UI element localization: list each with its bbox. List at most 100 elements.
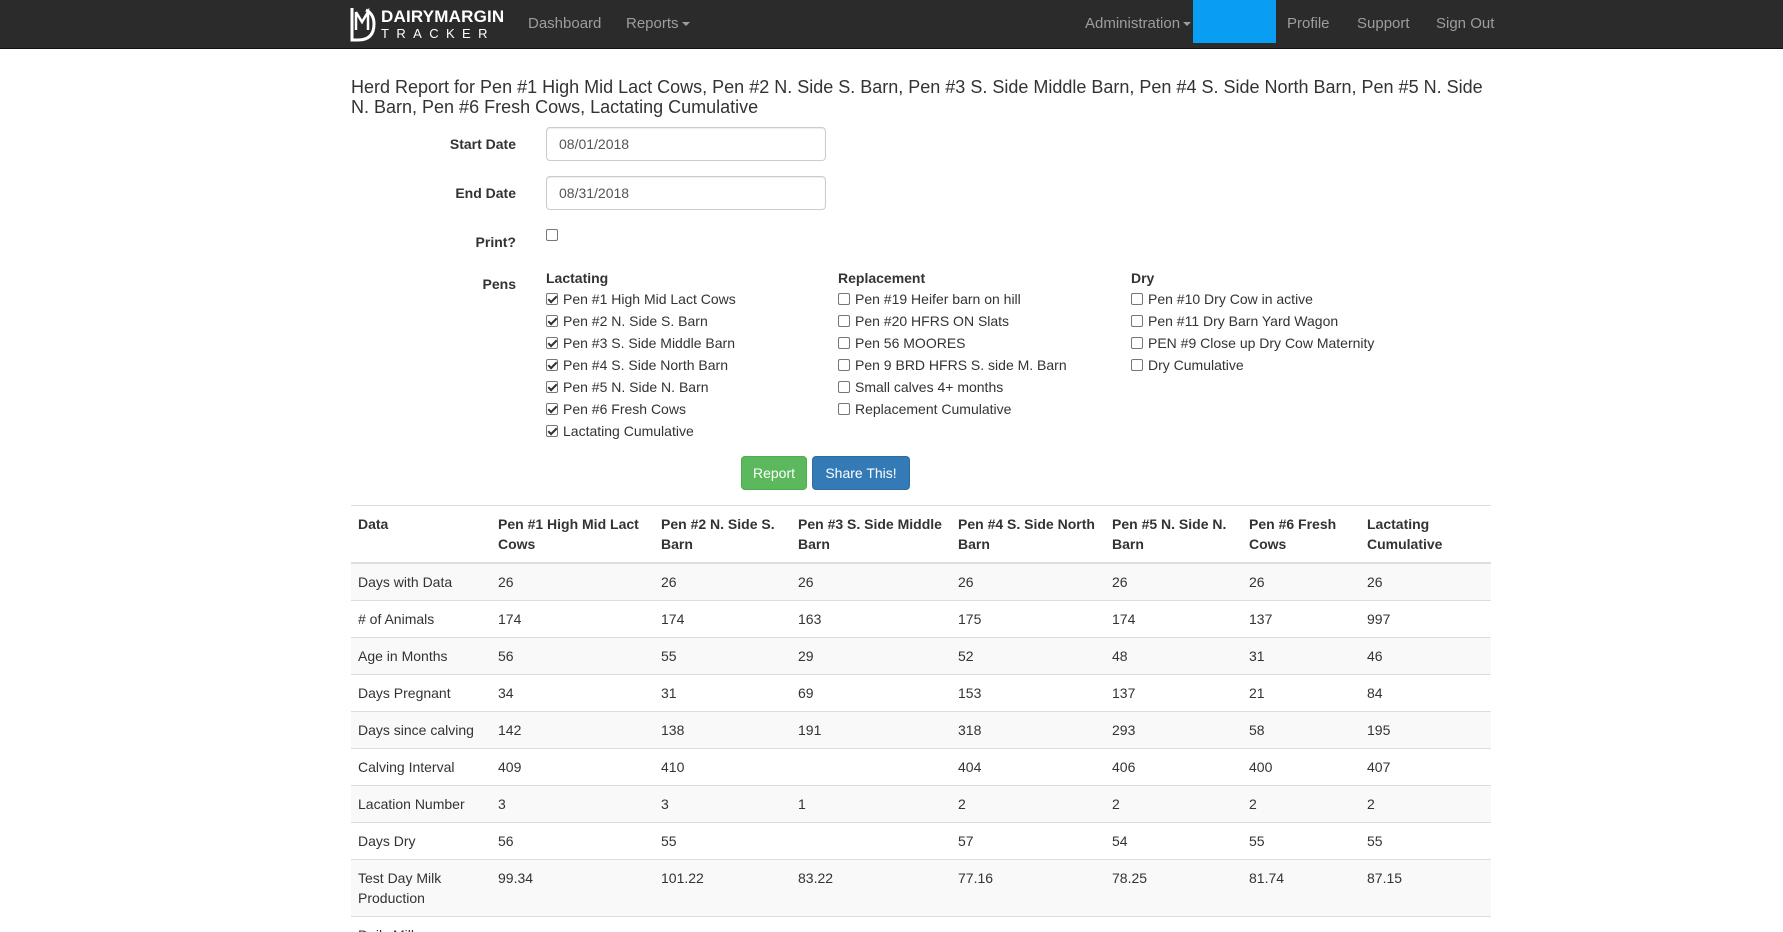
pen-option[interactable]: Pen #6 Fresh Cows — [546, 398, 836, 420]
pen-option-label: Pen 9 BRD HFRS S. side M. Barn — [855, 357, 1067, 373]
pen-option[interactable]: PEN #9 Close up Dry Cow Maternity — [1131, 332, 1421, 354]
pen-checkbox[interactable] — [546, 358, 558, 371]
table-cell — [791, 748, 951, 786]
pen-checkbox[interactable] — [546, 336, 558, 349]
pens-label: Pens — [482, 276, 516, 292]
pen-checkbox[interactable] — [546, 424, 558, 437]
table-cell: 46 — [1360, 637, 1491, 675]
pen-checkbox[interactable] — [838, 402, 850, 415]
column-header: Pen #2 N. Side S. Barn — [654, 505, 791, 564]
pen-option-label: Pen #2 N. Side S. Barn — [563, 313, 708, 329]
nav-reports[interactable]: Reports — [626, 0, 690, 49]
pen-option-label: Pen #11 Dry Barn Yard Wagon — [1148, 313, 1339, 329]
pen-option[interactable]: Dry Cumulative — [1131, 354, 1421, 376]
pen-option[interactable]: Pen #19 Heifer barn on hill — [838, 288, 1128, 310]
pen-option-label: Pen #19 Heifer barn on hill — [855, 291, 1021, 307]
pen-checkbox[interactable] — [1131, 336, 1143, 349]
nav-sign-out[interactable]: Sign Out — [1436, 0, 1494, 49]
table-cell: 101.22 — [654, 859, 791, 917]
nav-profile[interactable]: Profile — [1287, 0, 1330, 49]
table-row: Days Pregnant 34 31 69 153 137 21 84 — [351, 674, 1491, 712]
table-cell: 1 — [791, 785, 951, 823]
table-cell: 2 — [1105, 785, 1242, 823]
pen-option[interactable]: Pen #3 S. Side Middle Barn — [546, 332, 836, 354]
pen-option[interactable]: Pen #1 High Mid Lact Cows — [546, 288, 836, 310]
table-cell: 84 — [1360, 674, 1491, 712]
pen-checkbox[interactable] — [838, 336, 850, 349]
row-label-cell: Calving Interval — [351, 748, 491, 786]
print-label: Print? — [475, 234, 516, 250]
pen-checkbox[interactable] — [1131, 358, 1143, 371]
table-row: Daily Milk — [351, 916, 1491, 932]
table-cell: 137 — [1242, 600, 1360, 638]
table-cell: 26 — [491, 562, 654, 601]
table-cell: 153 — [951, 674, 1105, 712]
pen-option[interactable]: Pen #2 N. Side S. Barn — [546, 310, 836, 332]
table-row: # of Animals 174 174 163 175 174 137 997 — [351, 600, 1491, 638]
table-cell: 2 — [1360, 785, 1491, 823]
table-cell: 87.15 — [1360, 859, 1491, 917]
table-cell: 142 — [491, 711, 654, 749]
table-cell: 997 — [1360, 600, 1491, 638]
pen-checkbox[interactable] — [1131, 292, 1143, 305]
pen-option[interactable]: Pen #4 S. Side North Barn — [546, 354, 836, 376]
pen-option[interactable]: Lactating Cumulative — [546, 420, 836, 442]
herd-report-table: Data Pen #1 High Mid Lact Cows Pen #2 N.… — [351, 505, 1491, 932]
table-cell — [1360, 916, 1491, 932]
pen-checkbox[interactable] — [838, 292, 850, 305]
pen-option[interactable]: Replacement Cumulative — [838, 398, 1128, 420]
pen-checkbox[interactable] — [546, 292, 558, 305]
table-cell: 410 — [654, 748, 791, 786]
table-cell: 404 — [951, 748, 1105, 786]
top-navbar: DAIRYMARGIN TRACKER Dashboard Reports Ad… — [0, 0, 1783, 49]
pen-checkbox[interactable] — [838, 314, 850, 327]
table-cell: 55 — [1242, 822, 1360, 860]
table-cell: 400 — [1242, 748, 1360, 786]
print-checkbox[interactable] — [546, 229, 558, 241]
pen-option-label: Small calves 4+ months — [855, 379, 1004, 395]
table-cell — [1105, 916, 1242, 932]
pen-option-label: Pen #5 N. Side N. Barn — [563, 379, 709, 395]
row-label-cell: Days Pregnant — [351, 674, 491, 712]
share-button[interactable]: Share This! — [812, 456, 910, 490]
table-cell — [491, 916, 654, 932]
pen-option-label: Replacement Cumulative — [855, 401, 1012, 417]
pen-checkbox[interactable] — [546, 314, 558, 327]
pen-checkbox[interactable] — [546, 380, 558, 393]
pen-option[interactable]: Pen #5 N. Side N. Barn — [546, 376, 836, 398]
nav-support[interactable]: Support — [1357, 0, 1410, 49]
report-button[interactable]: Report — [741, 456, 807, 490]
nav-dashboard[interactable]: Dashboard — [528, 0, 601, 49]
start-date-input[interactable] — [546, 127, 826, 161]
row-label-cell: Daily Milk — [351, 916, 491, 932]
table-cell: 29 — [791, 637, 951, 675]
pen-checkbox[interactable] — [546, 402, 558, 415]
row-label-cell: Lacation Number — [351, 785, 491, 823]
table-cell: 83.22 — [791, 859, 951, 917]
pen-option[interactable]: Pen 56 MOORES — [838, 332, 1128, 354]
pen-option[interactable]: Pen #11 Dry Barn Yard Wagon — [1131, 310, 1421, 332]
table-cell: 318 — [951, 711, 1105, 749]
chevron-down-icon — [1183, 22, 1192, 27]
table-cell: 26 — [1242, 562, 1360, 601]
pen-option[interactable]: Pen #10 Dry Cow in active — [1131, 288, 1421, 310]
end-date-input[interactable] — [546, 176, 826, 210]
table-cell: 407 — [1360, 748, 1491, 786]
pen-option[interactable]: Pen #20 HFRS ON Slats — [838, 310, 1128, 332]
pen-option[interactable]: Pen 9 BRD HFRS S. side M. Barn — [838, 354, 1128, 376]
nav-highlight-block[interactable] — [1193, 0, 1276, 43]
row-label-cell: # of Animals — [351, 600, 491, 638]
table-cell: 55 — [1360, 822, 1491, 860]
table-cell: 409 — [491, 748, 654, 786]
table-cell: 99.34 — [491, 859, 654, 917]
pen-checkbox[interactable] — [838, 380, 850, 393]
pen-checkbox[interactable] — [838, 358, 850, 371]
table-row: Age in Months 56 55 29 52 48 31 46 — [351, 637, 1491, 675]
pen-checkbox[interactable] — [1131, 314, 1143, 327]
nav-administration[interactable]: Administration — [1085, 0, 1192, 49]
pen-option[interactable]: Small calves 4+ months — [838, 376, 1128, 398]
table-cell — [1242, 916, 1360, 932]
brand-logo[interactable]: DAIRYMARGIN TRACKER — [350, 5, 504, 43]
row-label-cell: Days since calving — [351, 711, 491, 749]
column-header: Pen #6 Fresh Cows — [1242, 505, 1360, 564]
